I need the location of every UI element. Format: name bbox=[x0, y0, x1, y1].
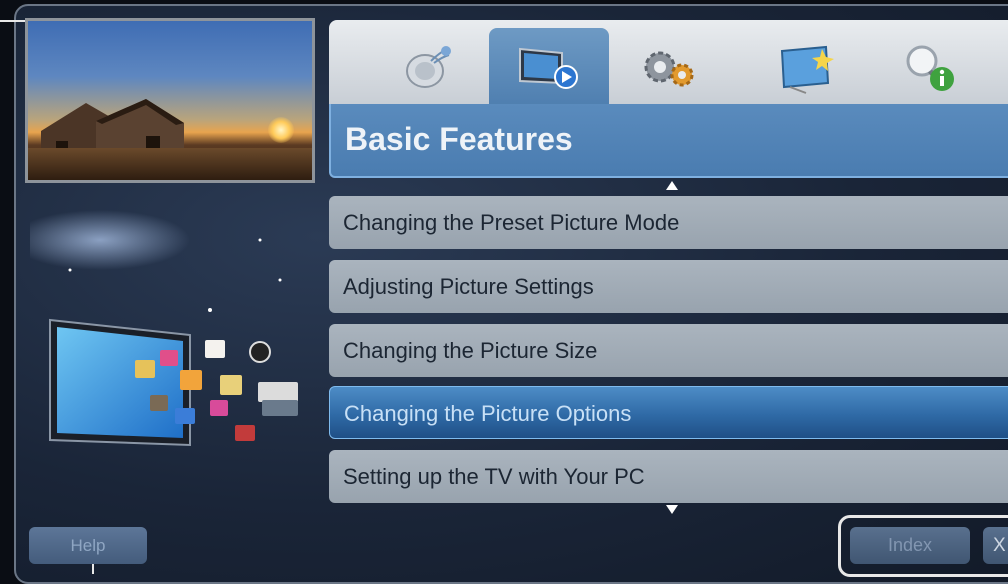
menu-item-label: Changing the Picture Options bbox=[344, 401, 632, 426]
menu-item-preset-picture-mode[interactable]: Changing the Preset Picture Mode bbox=[329, 196, 1008, 249]
tab-basic-features[interactable] bbox=[489, 28, 609, 105]
tab-smart-features[interactable] bbox=[749, 28, 869, 105]
tv-sparkle-icon bbox=[780, 45, 834, 94]
smart-tv-illustration bbox=[30, 210, 298, 447]
tab-network[interactable] bbox=[609, 28, 729, 105]
exit-button[interactable]: X bbox=[983, 527, 1008, 564]
field-graphic bbox=[28, 148, 312, 180]
tab-broadcasting[interactable] bbox=[369, 28, 489, 105]
thumbnail-image bbox=[25, 18, 315, 183]
satellite-icon bbox=[406, 45, 451, 88]
scroll-down-arrow-icon[interactable] bbox=[666, 505, 678, 514]
menu-item-label: Adjusting Picture Settings bbox=[343, 274, 594, 299]
section-header: Basic Features bbox=[329, 104, 1008, 178]
tab-support[interactable] bbox=[869, 28, 989, 105]
category-tab-bar bbox=[329, 20, 1008, 105]
gears-icon bbox=[644, 51, 694, 86]
menu-item-tv-with-pc[interactable]: Setting up the TV with Your PC bbox=[329, 450, 1008, 503]
menu-item-label: Changing the Preset Picture Mode bbox=[343, 210, 680, 235]
scroll-up-arrow-icon[interactable] bbox=[666, 181, 678, 190]
callout-line-top bbox=[0, 20, 26, 22]
sun-graphic bbox=[268, 117, 294, 143]
page-title: Basic Features bbox=[345, 121, 573, 157]
tv-play-icon bbox=[519, 47, 578, 89]
help-button[interactable]: Help bbox=[29, 527, 147, 564]
menu-item-picture-size[interactable]: Changing the Picture Size bbox=[329, 324, 1008, 377]
menu-item-label: Changing the Picture Size bbox=[343, 338, 598, 363]
index-button[interactable]: Index bbox=[850, 527, 970, 564]
menu-item-adjusting-picture-settings[interactable]: Adjusting Picture Settings bbox=[329, 260, 1008, 313]
menu-item-label: Setting up the TV with Your PC bbox=[343, 464, 645, 489]
menu-item-picture-options[interactable]: Changing the Picture Options bbox=[329, 386, 1008, 439]
search-info-icon bbox=[906, 45, 954, 91]
